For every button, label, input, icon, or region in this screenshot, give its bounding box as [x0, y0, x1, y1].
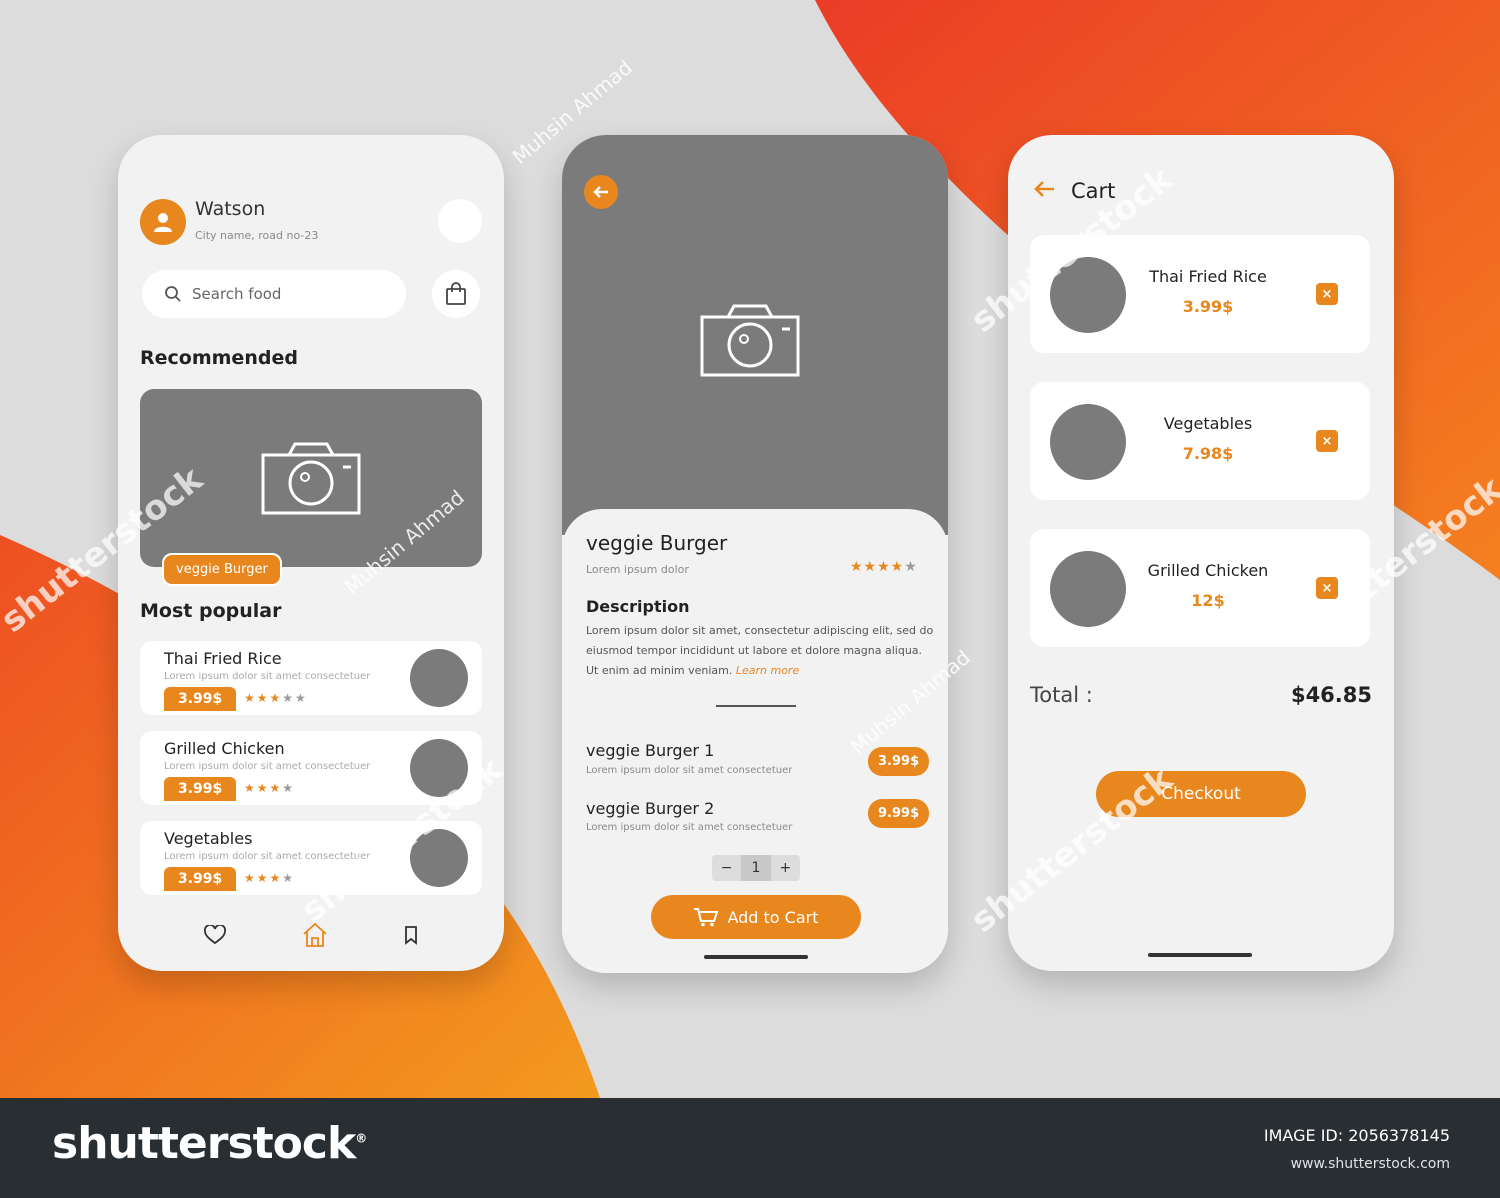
- rating-stars: ★★★★★: [244, 691, 308, 705]
- variant-description: Lorem ipsum dolor sit amet consectetuer: [586, 765, 793, 776]
- cart-button[interactable]: [432, 270, 480, 318]
- add-to-cart-button[interactable]: Add to Cart: [651, 895, 861, 939]
- item-price: 3.99$: [164, 687, 237, 711]
- item-name: Grilled Chicken: [164, 739, 285, 758]
- item-description: Lorem ipsum dolor sit amet consectetuer: [164, 671, 371, 682]
- item-image: [410, 739, 468, 797]
- description-heading: Description: [586, 597, 690, 616]
- item-price: 7.98$: [1182, 444, 1234, 463]
- popular-item[interactable]: Grilled Chicken Lorem ipsum dolor sit am…: [140, 731, 482, 805]
- item-description: Lorem ipsum dolor sit amet consectetuer: [164, 761, 371, 772]
- cart-item[interactable]: Thai Fried Rice 3.99$ ×: [1030, 235, 1370, 353]
- total-value: $46.85: [1290, 683, 1372, 707]
- variant-price-button[interactable]: 3.99$: [868, 747, 930, 776]
- back-button[interactable]: [584, 175, 618, 209]
- learn-more-link[interactable]: Learn more: [736, 664, 799, 677]
- user-icon: [154, 213, 172, 232]
- arrow-left-icon: [593, 186, 608, 198]
- home-indicator: [1148, 953, 1252, 957]
- rating-stars: ★★★★: [244, 781, 296, 795]
- search-bar[interactable]: [142, 270, 406, 318]
- profile-button[interactable]: [438, 199, 482, 243]
- divider: [716, 705, 796, 707]
- description-text: Lorem ipsum dolor sit amet, consectetur …: [586, 624, 934, 677]
- item-description: Lorem ipsum dolor sit amet consectetuer: [164, 851, 371, 862]
- recommended-heading: Recommended: [140, 347, 298, 369]
- banner-tag[interactable]: veggie Burger: [162, 553, 282, 586]
- most-popular-heading: Most popular: [140, 600, 282, 622]
- remove-button[interactable]: ×: [1316, 283, 1338, 305]
- item-price: 3.99$: [1182, 297, 1234, 316]
- total-label: Total :: [1030, 683, 1093, 707]
- decrement-button[interactable]: −: [712, 855, 741, 881]
- back-button[interactable]: [1032, 179, 1056, 204]
- item-image: [410, 829, 468, 887]
- item-image: [1050, 551, 1126, 627]
- recommended-banner[interactable]: [140, 389, 482, 567]
- home-indicator: [704, 955, 808, 959]
- rating-stars: ★★★★★: [850, 559, 918, 575]
- item-name: Thai Fried Rice: [164, 649, 282, 668]
- item-name: Thai Fried Rice: [1149, 267, 1267, 286]
- increment-button[interactable]: +: [771, 855, 800, 881]
- item-price: 3.99$: [164, 867, 237, 891]
- variant-description: Lorem ipsum dolor sit amet consectetuer: [586, 822, 793, 833]
- search-icon: [165, 286, 181, 302]
- bottom-nav: [118, 915, 504, 955]
- cart-icon: [694, 908, 719, 927]
- detail-screen: veggie Burger Lorem ipsum dolor ★★★★★ De…: [562, 135, 948, 973]
- user-name: Watson: [195, 198, 266, 220]
- home-screen: Watson City name, road no-23 Recommended: [118, 135, 504, 971]
- variant-price-button[interactable]: 9.99$: [868, 799, 930, 828]
- variant-name: veggie Burger 2: [586, 799, 715, 818]
- add-to-cart-label: Add to Cart: [727, 907, 819, 927]
- site-url: www.shutterstock.com: [1290, 1156, 1450, 1172]
- stock-footer: shutterstock® IMAGE ID: 2056378145 www.s…: [0, 1098, 1500, 1198]
- shopping-bag-icon: [446, 282, 466, 305]
- search-input[interactable]: [192, 285, 392, 303]
- variant-name: veggie Burger 1: [586, 741, 715, 760]
- bookmark-icon[interactable]: [404, 925, 418, 945]
- camera-icon: [261, 442, 361, 515]
- popular-item[interactable]: Vegetables Lorem ipsum dolor sit amet co…: [140, 821, 482, 895]
- user-address: City name, road no-23: [195, 229, 319, 242]
- cart-item[interactable]: Grilled Chicken 12$ ×: [1030, 529, 1370, 647]
- product-title: veggie Burger: [586, 531, 728, 555]
- item-price: 12$: [1191, 591, 1225, 610]
- footer-logo: shutterstock®: [52, 1118, 367, 1169]
- remove-button[interactable]: ×: [1316, 577, 1338, 599]
- item-image: [1050, 404, 1126, 480]
- home-icon[interactable]: [301, 922, 329, 948]
- item-image: [1050, 257, 1126, 333]
- page-title: Cart: [1071, 179, 1116, 203]
- arrow-left-icon: [1034, 181, 1054, 197]
- camera-icon: [700, 304, 800, 377]
- item-name: Grilled Chicken: [1147, 561, 1269, 580]
- product-subtitle: Lorem ipsum dolor: [586, 563, 689, 576]
- item-name: Vegetables: [164, 829, 253, 848]
- item-name: Vegetables: [1163, 414, 1253, 433]
- image-id: IMAGE ID: 2056378145: [1263, 1126, 1450, 1145]
- quantity-value: 1: [741, 855, 771, 881]
- cart-screen: Cart Thai Fried Rice 3.99$ × Vegetables …: [1008, 135, 1394, 971]
- rating-stars: ★★★★: [244, 871, 296, 885]
- popular-item[interactable]: Thai Fried Rice Lorem ipsum dolor sit am…: [140, 641, 482, 715]
- heart-icon[interactable]: [203, 925, 226, 945]
- item-price: 3.99$: [164, 777, 237, 801]
- remove-button[interactable]: ×: [1316, 430, 1338, 452]
- canvas: Watson City name, road no-23 Recommended: [0, 0, 1500, 1098]
- item-image: [410, 649, 468, 707]
- avatar[interactable]: [140, 199, 186, 245]
- cart-item[interactable]: Vegetables 7.98$ ×: [1030, 382, 1370, 500]
- checkout-button[interactable]: Checkout: [1096, 771, 1306, 817]
- quantity-stepper: − 1 +: [712, 855, 800, 881]
